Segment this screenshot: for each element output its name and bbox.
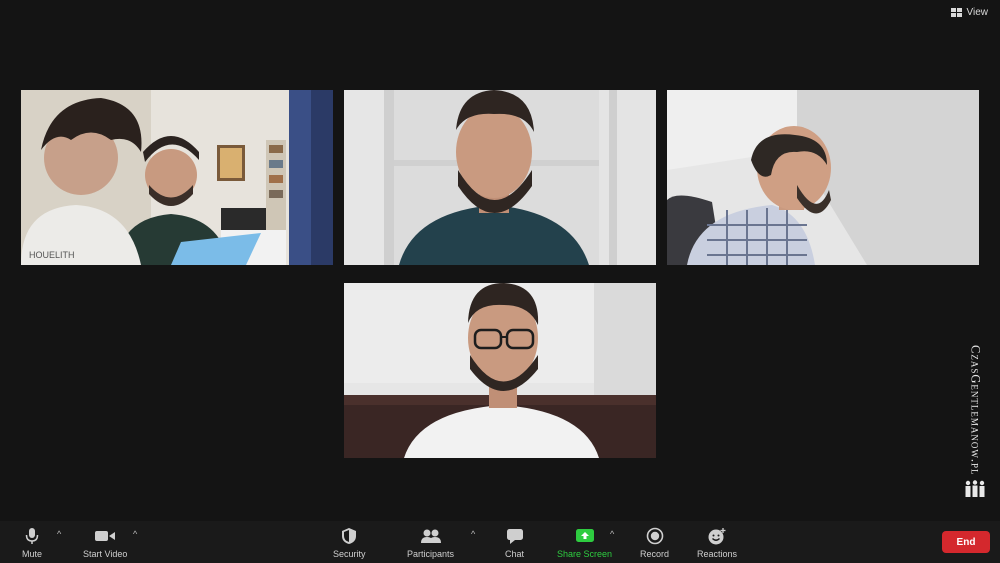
participants-button[interactable]: Participants bbox=[407, 526, 454, 559]
participant-video: HOUELITH bbox=[21, 90, 333, 265]
record-label: Record bbox=[640, 549, 670, 559]
view-button[interactable]: View bbox=[950, 7, 989, 18]
view-label: View bbox=[966, 7, 989, 18]
participants-label: Participants bbox=[407, 549, 455, 559]
grid-view-icon bbox=[950, 8, 962, 17]
share-screen-button[interactable]: Share Screen bbox=[557, 526, 612, 559]
microphone-icon bbox=[25, 528, 39, 544]
chat-label: Chat bbox=[505, 549, 525, 559]
video-options-caret[interactable]: ^ bbox=[133, 529, 137, 539]
share-screen-label: Share Screen bbox=[557, 549, 613, 559]
participant-video bbox=[344, 90, 656, 265]
participant-video bbox=[344, 283, 656, 458]
participants-options-caret[interactable]: ^ bbox=[471, 529, 475, 539]
audio-options-caret[interactable]: ^ bbox=[57, 529, 61, 539]
shield-icon bbox=[342, 528, 357, 544]
record-icon bbox=[646, 527, 663, 545]
chat-button[interactable]: Chat bbox=[505, 526, 524, 559]
share-options-caret[interactable]: ^ bbox=[610, 529, 614, 539]
start-video-label: Start Video bbox=[83, 549, 128, 559]
reactions-label: Reactions bbox=[697, 549, 738, 559]
security-label: Security bbox=[333, 549, 366, 559]
record-button[interactable]: Record bbox=[640, 526, 669, 559]
share-screen-icon bbox=[575, 529, 594, 542]
svg-text:HOUELITH: HOUELITH bbox=[29, 250, 75, 260]
chat-bubble-icon bbox=[506, 529, 523, 544]
participant-video-tile[interactable] bbox=[344, 283, 656, 458]
mute-label: Mute bbox=[22, 549, 43, 559]
watermark: CzasGentlemanow.pl bbox=[964, 345, 986, 520]
participant-video bbox=[667, 90, 979, 265]
security-button[interactable]: Security bbox=[333, 526, 366, 559]
participant-video-tile[interactable]: HOUELITH bbox=[21, 90, 333, 265]
watermark-logo-icon bbox=[965, 480, 985, 498]
smiley-icon bbox=[708, 528, 726, 545]
participant-video-tile[interactable] bbox=[667, 90, 979, 265]
watermark-text: CzasGentlemanow.pl bbox=[968, 345, 983, 476]
participants-icon bbox=[420, 529, 441, 543]
meeting-toolbar: Mute ^ Start Video ^ Security Participan… bbox=[0, 521, 1000, 563]
end-meeting-button[interactable]: End bbox=[942, 531, 990, 553]
mute-button[interactable]: Mute bbox=[22, 526, 42, 559]
start-video-button[interactable]: Start Video bbox=[83, 526, 127, 559]
participant-video-tile[interactable] bbox=[344, 90, 656, 265]
reactions-button[interactable]: Reactions bbox=[697, 526, 737, 559]
video-camera-icon bbox=[95, 531, 116, 541]
